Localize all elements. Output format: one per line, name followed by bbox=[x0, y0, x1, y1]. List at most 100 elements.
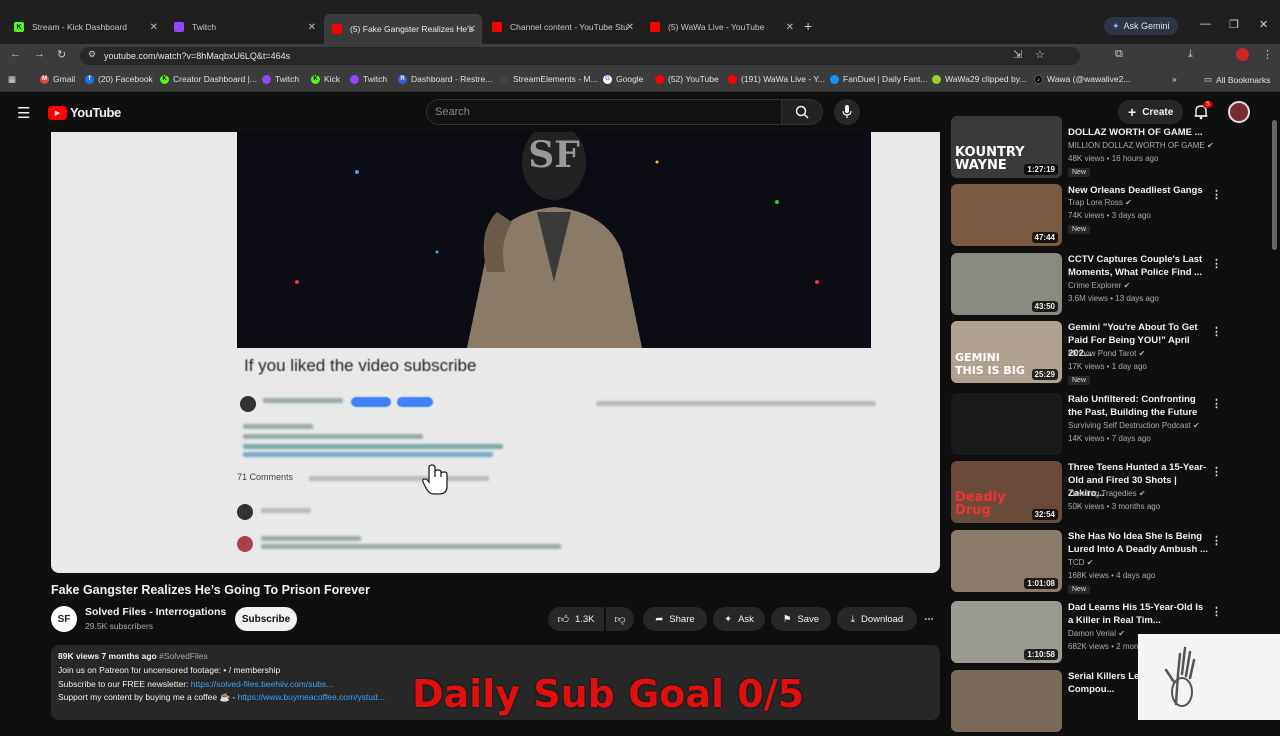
video-thumbnail[interactable]: 43:50 bbox=[951, 253, 1062, 315]
profile-avatar[interactable] bbox=[1236, 48, 1249, 61]
bookmarks-overflow-icon[interactable]: » bbox=[1172, 74, 1177, 84]
recommendation-channel[interactable]: Minnow Pond Tarot ✔ bbox=[1068, 349, 1145, 358]
recommendation-channel[interactable]: Crime Explorer ✔ bbox=[1068, 281, 1130, 290]
recommendation-title[interactable]: New Orleans Deadliest Gangs bbox=[1068, 184, 1208, 197]
like-button[interactable]: 👍︎ 1.3K bbox=[548, 607, 604, 631]
close-icon[interactable]: ✕ bbox=[308, 22, 316, 33]
recommendation-title[interactable]: CCTV Captures Couple's Last Moments, Wha… bbox=[1068, 253, 1208, 279]
video-thumbnail[interactable]: 1:10:58 bbox=[951, 601, 1062, 663]
bookmark-youtube[interactable]: (52) YouTube bbox=[655, 74, 719, 84]
close-icon[interactable]: ✕ bbox=[786, 22, 794, 33]
notifications-button[interactable]: 5 bbox=[1193, 101, 1213, 125]
more-actions-button[interactable]: ⋯ bbox=[920, 607, 938, 631]
recommendation-item[interactable]: 43:50 CCTV Captures Couple's Last Moments… bbox=[951, 253, 1271, 319]
search-input[interactable]: Search bbox=[426, 99, 782, 125]
recommendation-item[interactable]: Deadly Drug 32:54 Three Teens Hunted a 15-… bbox=[951, 461, 1271, 527]
more-options-icon[interactable]: ⋮ bbox=[1211, 534, 1222, 547]
url-field[interactable]: youtube.com/watch?v=8hMaqbxU6LQ&t=464s bbox=[80, 47, 1080, 65]
subscribe-button[interactable]: Subscribe bbox=[235, 607, 297, 631]
back-icon[interactable]: ← bbox=[10, 48, 21, 60]
bookmark-gmail[interactable]: M Gmail bbox=[40, 74, 75, 84]
hashtag-link[interactable]: #SolvedFiles bbox=[159, 651, 208, 661]
tab-wawa-live[interactable]: (5) WaWa Live - YouTube ✕ bbox=[642, 16, 800, 38]
more-options-icon[interactable]: ⋮ bbox=[1211, 465, 1222, 478]
recommendation-title[interactable]: She Has No Idea She Is Being Lured Into … bbox=[1068, 530, 1208, 556]
bookmark-creator-dashboard[interactable]: K Creator Dashboard |... bbox=[160, 74, 257, 84]
voice-search-button[interactable] bbox=[834, 99, 860, 125]
close-icon[interactable]: ✕ bbox=[468, 24, 476, 35]
scrollbar[interactable] bbox=[1272, 120, 1277, 250]
bookmark-wawa-live[interactable]: (191) WaWa Live - Y... bbox=[728, 74, 825, 84]
bookmark-star-icon[interactable]: ☆ bbox=[1035, 48, 1045, 61]
video-thumbnail[interactable]: 1:01:08 bbox=[951, 530, 1062, 592]
share-button[interactable]: ➦ Share bbox=[643, 607, 707, 631]
account-avatar[interactable] bbox=[1228, 101, 1250, 123]
restore-icon[interactable]: ❐ bbox=[1229, 18, 1239, 31]
search-button[interactable] bbox=[781, 99, 823, 125]
more-options-icon[interactable]: ⋮ bbox=[1211, 257, 1222, 270]
tab-twitch[interactable]: Twitch ✕ bbox=[166, 16, 322, 38]
video-thumbnail[interactable]: Deadly Drug 32:54 bbox=[951, 461, 1062, 523]
channel-avatar[interactable]: SF bbox=[51, 606, 77, 632]
tab-channel-content[interactable]: Channel content - YouTube Stu ✕ bbox=[484, 16, 640, 38]
new-tab-button[interactable]: + bbox=[804, 18, 812, 34]
video-thumbnail[interactable]: GEMINI THIS IS BIG 25:29 bbox=[951, 321, 1062, 383]
install-icon[interactable]: ⇲ bbox=[1013, 48, 1022, 61]
youtube-logo[interactable]: ▶ YouTube bbox=[48, 105, 121, 120]
save-button[interactable]: ⚑ Save bbox=[771, 607, 831, 631]
recommendation-channel[interactable]: MILLION DOLLAZ WORTH OF GAME ✔ bbox=[1068, 141, 1214, 150]
bookmark-streamelements[interactable]: StreamElements - M... bbox=[500, 74, 598, 84]
video-thumbnail[interactable] bbox=[951, 393, 1062, 455]
bookmark-twitch-2[interactable]: Twitch bbox=[350, 74, 387, 84]
tab-kick-dashboard[interactable]: K Stream - Kick Dashboard ✕ bbox=[6, 16, 164, 38]
close-icon[interactable]: ✕ bbox=[626, 22, 634, 33]
recommendation-title[interactable]: DOLLAZ WORTH OF GAME ... bbox=[1068, 126, 1208, 139]
minimize-icon[interactable]: — bbox=[1200, 18, 1211, 30]
recommendation-channel[interactable]: Trending Tragedies ✔ bbox=[1068, 489, 1146, 498]
close-window-icon[interactable]: ✕ bbox=[1259, 18, 1268, 31]
bookmark-wawa-clipped[interactable]: WaWa29 clipped by... bbox=[932, 74, 1026, 84]
all-bookmarks[interactable]: ▭ All Bookmarks bbox=[1204, 74, 1270, 85]
dislike-button[interactable]: 👎︎ bbox=[606, 607, 634, 631]
apps-icon[interactable]: ▦ bbox=[8, 74, 16, 85]
more-options-icon[interactable]: ⋮ bbox=[1211, 325, 1222, 338]
more-options-icon[interactable]: ⋮ bbox=[1211, 397, 1222, 410]
recommendation-item[interactable]: 47:44 New Orleans Deadliest Gangs Trap Lor… bbox=[951, 184, 1271, 250]
forward-icon[interactable]: → bbox=[34, 48, 45, 60]
video-player[interactable]: SF If you liked the video subscribe 71 C… bbox=[51, 132, 940, 573]
hamburger-menu-icon[interactable]: ☰ bbox=[17, 104, 30, 122]
recommendation-item[interactable]: GEMINI THIS IS BIG 25:29 Gemini "You're Ab… bbox=[951, 321, 1271, 387]
site-info-icon[interactable]: ⚙ bbox=[88, 49, 96, 60]
channel-name[interactable]: Solved Files - Interrogations bbox=[85, 606, 226, 618]
create-button[interactable]: + Create bbox=[1118, 100, 1184, 124]
recommendation-channel[interactable]: Trap Lore Ross ✔ bbox=[1068, 198, 1132, 207]
close-icon[interactable]: ✕ bbox=[150, 22, 158, 33]
menu-dots-icon[interactable]: ⋮ bbox=[1262, 48, 1273, 61]
bookmark-tiktok[interactable]: ♪ Wawa (@wawalive2... bbox=[1034, 74, 1130, 84]
more-options-icon[interactable]: ⋮ bbox=[1211, 605, 1222, 618]
video-thumbnail[interactable]: KOUNTRY WAYNE 1:27:19 bbox=[951, 116, 1062, 178]
more-options-icon[interactable]: ⋮ bbox=[1211, 188, 1222, 201]
download-icon[interactable]: ⤓ bbox=[1188, 48, 1193, 61]
video-thumbnail[interactable] bbox=[951, 670, 1062, 732]
ask-button[interactable]: ✦ Ask bbox=[713, 607, 765, 631]
coffee-link[interactable]: https://www.buymeacoffee.com/ystud... bbox=[238, 692, 385, 702]
recommendation-item[interactable]: 1:01:08 She Has No Idea She Is Being Lure… bbox=[951, 530, 1271, 596]
download-button[interactable]: ⤓ Download bbox=[837, 607, 917, 631]
reload-icon[interactable]: ↻ bbox=[57, 48, 66, 61]
recommendation-item[interactable]: Ralo Unfiltered: Confronting the Past, B… bbox=[951, 393, 1271, 459]
bookmark-kick[interactable]: K Kick bbox=[311, 74, 340, 84]
newsletter-link[interactable]: https://solved-files.beehiiv.com/subs... bbox=[191, 679, 334, 689]
bookmark-facebook[interactable]: f (20) Facebook bbox=[85, 74, 153, 84]
video-thumbnail[interactable]: 47:44 bbox=[951, 184, 1062, 246]
bookmark-twitch[interactable]: Twitch bbox=[262, 74, 299, 84]
recommendation-channel[interactable]: Damon Verial ✔ bbox=[1068, 629, 1125, 638]
tab-current-video[interactable]: (5) Fake Gangster Realizes He's ✕ bbox=[324, 14, 482, 44]
recommendation-channel[interactable]: TCD ✔ bbox=[1068, 558, 1093, 567]
recommendation-channel[interactable]: Surviving Self Destruction Podcast ✔ bbox=[1068, 421, 1200, 430]
bookmark-restream[interactable]: R Dashboard - Restre... bbox=[398, 74, 492, 84]
extensions-icon[interactable]: ⧉ bbox=[1115, 48, 1123, 61]
bookmark-google[interactable]: G Google bbox=[603, 74, 643, 84]
ask-gemini-button[interactable]: ✦ Ask Gemini bbox=[1104, 17, 1178, 35]
recommendation-title[interactable]: Ralo Unfiltered: Confronting the Past, B… bbox=[1068, 393, 1208, 419]
